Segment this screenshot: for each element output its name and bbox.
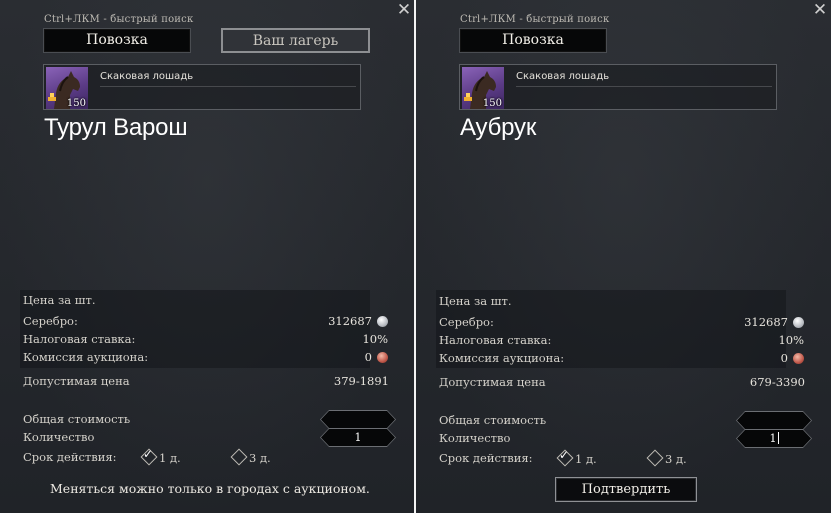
quantity-label: Количество — [439, 431, 511, 445]
city-name: Турул Варош — [44, 114, 188, 141]
tab-your-camp[interactable]: Ваш лагерь — [221, 28, 370, 53]
quantity-input[interactable]: 1 — [320, 428, 396, 447]
allowed-price-value: 379-1891 — [333, 374, 389, 388]
quick-search-hint: Ctrl+ЛКМ - быстрый поиск — [460, 14, 610, 25]
silver-value: 312687 — [744, 315, 788, 329]
item-name: Скаковая лошадь — [100, 71, 194, 82]
quantity-value[interactable]: 1 — [321, 429, 395, 446]
checkmark-icon: ✓ — [143, 447, 154, 461]
silver-label: Серебро: — [439, 315, 494, 329]
silver-value: 312687 — [328, 314, 372, 328]
auction-coin-icon — [793, 353, 804, 364]
item-count: 150 — [66, 98, 86, 109]
total-cost-field — [736, 411, 812, 430]
item-card[interactable]: 150 Скаковая лошадь — [43, 64, 361, 110]
tax-value: 10% — [778, 333, 804, 347]
quantity-input[interactable]: 1 — [736, 429, 812, 448]
duration-label: Срок действия: — [439, 451, 533, 465]
exchange-panel-left: ✕ Ctrl+ЛКМ - быстрый поиск Повозка Ваш л… — [0, 0, 414, 513]
item-name: Скаковая лошадь — [516, 71, 610, 82]
allowed-price-label: Допустимая цена — [23, 374, 130, 388]
text-caret — [778, 432, 779, 444]
tax-value: 10% — [362, 332, 388, 346]
commission-label: Комиссия аукциона: — [23, 350, 149, 364]
tax-label: Налоговая ставка: — [23, 332, 136, 346]
total-cost-label: Общая стоимость — [23, 412, 131, 426]
commission-value: 0 — [364, 350, 372, 364]
silver-coin-icon — [793, 317, 804, 328]
total-cost-field — [320, 410, 396, 429]
auction-coin-icon — [377, 352, 388, 363]
duration-3d-checkbox[interactable] — [230, 448, 248, 466]
item-divider — [100, 86, 356, 87]
allowed-price-label: Допустимая цена — [439, 375, 546, 389]
item-divider — [516, 86, 772, 87]
duration-1d-label: 1 д. — [159, 451, 181, 465]
horse-icon: 150 — [462, 67, 504, 109]
confirm-button[interactable]: Подтвердить — [555, 477, 697, 502]
commission-value: 0 — [780, 351, 788, 365]
quantity-label: Количество — [23, 430, 95, 444]
price-per-unit-label: Цена за шт. — [439, 294, 512, 308]
item-card[interactable]: 150 Скаковая лошадь — [459, 64, 777, 110]
duration-3d-label: 3 д. — [249, 451, 271, 465]
allowed-price-value: 679-3390 — [749, 375, 805, 389]
city-name: Аубрук — [460, 114, 537, 141]
exchange-panel-right: ✕ Ctrl+ЛКМ - быстрый поиск Повозка 150 С… — [416, 0, 831, 513]
tab-wagon[interactable]: Повозка — [43, 28, 191, 53]
total-cost-label: Общая стоимость — [439, 413, 547, 427]
duration-label: Срок действия: — [23, 450, 117, 464]
auction-notice: Меняться можно только в городах с аукцио… — [50, 481, 370, 496]
tab-wagon[interactable]: Повозка — [459, 28, 607, 53]
horse-icon: 150 — [46, 67, 88, 109]
duration-3d-label: 3 д. — [665, 452, 687, 466]
price-per-unit-label: Цена за шт. — [23, 293, 96, 307]
silver-label: Серебро: — [23, 314, 78, 328]
close-icon[interactable]: ✕ — [396, 2, 412, 19]
close-icon[interactable]: ✕ — [812, 2, 828, 19]
commission-label: Комиссия аукциона: — [439, 351, 565, 365]
item-count: 150 — [482, 98, 502, 109]
checkmark-icon: ✓ — [559, 448, 570, 462]
duration-3d-checkbox[interactable] — [646, 449, 664, 467]
quantity-value[interactable]: 1 — [770, 432, 777, 445]
duration-1d-label: 1 д. — [575, 452, 597, 466]
tax-label: Налоговая ставка: — [439, 333, 552, 347]
quick-search-hint: Ctrl+ЛКМ - быстрый поиск — [44, 14, 194, 25]
silver-coin-icon — [377, 316, 388, 327]
